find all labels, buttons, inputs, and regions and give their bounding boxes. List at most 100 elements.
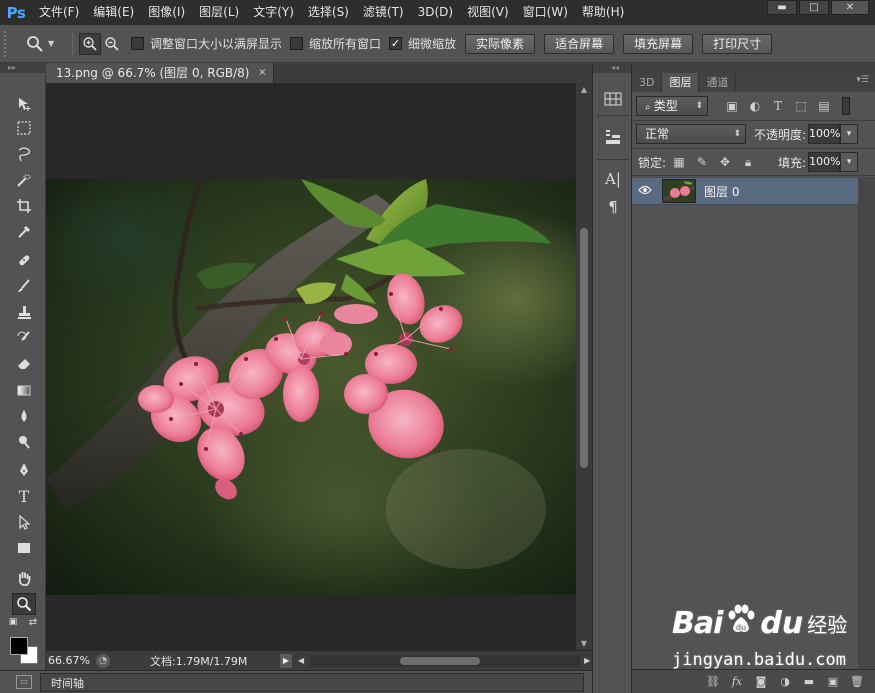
horizontal-scrollbar[interactable] bbox=[310, 654, 581, 667]
visibility-eye-icon[interactable] bbox=[632, 184, 658, 198]
swatches-panel-icon[interactable] bbox=[601, 87, 625, 111]
eyedropper-tool-icon[interactable] bbox=[12, 221, 36, 243]
swap-colors-icon[interactable]: ⇄ bbox=[26, 616, 40, 628]
brush-tool-icon[interactable] bbox=[12, 275, 36, 297]
path-selection-tool-icon[interactable] bbox=[12, 511, 36, 533]
mask-icon[interactable]: ◙ bbox=[749, 675, 773, 688]
zoom-level[interactable]: 66.67% bbox=[46, 654, 94, 667]
trash-icon[interactable]: 🗑︎ bbox=[845, 675, 869, 688]
dodge-tool-icon[interactable] bbox=[12, 431, 36, 453]
menu-layer[interactable]: 图层(L) bbox=[192, 0, 246, 25]
fill-slider-toggle[interactable]: ▾ bbox=[840, 152, 859, 172]
tab-channels[interactable]: 通道 bbox=[699, 73, 737, 92]
lasso-tool-icon[interactable] bbox=[12, 143, 36, 165]
pen-tool-icon[interactable] bbox=[12, 459, 36, 481]
menu-image[interactable]: 图像(I) bbox=[141, 0, 192, 25]
fx-icon[interactable]: fx bbox=[725, 675, 749, 688]
default-colors-icon[interactable]: ▣ bbox=[6, 616, 20, 628]
eraser-tool-icon[interactable] bbox=[12, 353, 36, 375]
type-tool-icon[interactable]: T bbox=[12, 485, 36, 507]
smart-object-filter-icon[interactable]: ▤ bbox=[814, 97, 834, 115]
opacity-slider-toggle[interactable]: ▾ bbox=[840, 124, 859, 144]
fit-screen-button[interactable]: 适合屏幕 bbox=[544, 33, 615, 54]
opacity-input[interactable]: 100% bbox=[808, 124, 841, 144]
shape-filter-icon[interactable]: ⬚ bbox=[791, 97, 811, 115]
menu-3d[interactable]: 3D(D) bbox=[411, 0, 460, 25]
panel-collapse-icon[interactable]: ▸▸ bbox=[0, 63, 45, 73]
menu-type[interactable]: 文字(Y) bbox=[246, 0, 301, 25]
tab-3d[interactable]: 3D bbox=[632, 73, 663, 92]
hand-tool-icon[interactable] bbox=[12, 567, 36, 589]
fill-input[interactable]: 100% bbox=[808, 152, 841, 172]
fill-screen-button[interactable]: 填充屏幕 bbox=[623, 33, 694, 54]
layers-scrollbar[interactable] bbox=[858, 177, 875, 669]
dock-collapse-icon[interactable]: ◂◂ bbox=[593, 63, 631, 73]
document-profile-icon[interactable]: ◔ bbox=[96, 653, 110, 668]
zoom-in-button[interactable] bbox=[79, 32, 101, 55]
app-logo[interactable]: Ps bbox=[0, 0, 32, 25]
timeline-tab[interactable]: 时间轴 bbox=[40, 672, 584, 692]
menu-window[interactable]: 窗口(W) bbox=[516, 0, 575, 25]
foreground-color-swatch[interactable] bbox=[10, 637, 28, 655]
scroll-left-icon[interactable]: ◀ bbox=[298, 656, 304, 665]
quick-selection-tool-icon[interactable] bbox=[12, 169, 36, 191]
vertical-scrollbar[interactable]: ▲ ▼ bbox=[576, 83, 592, 650]
lock-position-icon[interactable]: ✥ bbox=[715, 153, 735, 171]
tool-preset-picker[interactable]: ▼ bbox=[26, 35, 66, 53]
canvas-area[interactable] bbox=[46, 83, 576, 650]
link-icon[interactable]: ⛓ bbox=[701, 675, 725, 688]
maximize-button[interactable]: □ bbox=[799, 0, 829, 15]
menu-select[interactable]: 选择(S) bbox=[301, 0, 356, 25]
document-image[interactable] bbox=[46, 179, 576, 595]
scrubby-zoom-checkbox[interactable]: ✓ 细微缩放 bbox=[389, 35, 456, 52]
tab-layers[interactable]: 图层 bbox=[662, 73, 700, 92]
blur-tool-icon[interactable] bbox=[12, 405, 36, 427]
close-button[interactable]: ✕ bbox=[831, 0, 869, 15]
scroll-right-icon[interactable]: ▶ bbox=[584, 656, 590, 665]
actual-pixels-button[interactable]: 实际像素 bbox=[465, 33, 536, 54]
panel-menu-icon[interactable]: ▾☰ bbox=[856, 75, 869, 85]
resize-windows-checkbox[interactable]: 调整窗口大小以满屏显示 bbox=[131, 35, 282, 52]
lock-pixels-icon[interactable]: ✎ bbox=[692, 153, 712, 171]
properties-panel-icon[interactable] bbox=[601, 125, 625, 149]
adjustment-filter-icon[interactable]: ◐ bbox=[745, 97, 765, 115]
menu-filter[interactable]: 滤镜(T) bbox=[356, 0, 411, 25]
checkbox-box[interactable] bbox=[131, 37, 144, 50]
history-brush-tool-icon[interactable] bbox=[12, 327, 36, 349]
close-tab-icon[interactable]: × bbox=[258, 63, 266, 83]
zoom-tool-icon[interactable] bbox=[12, 593, 36, 615]
print-size-button[interactable]: 打印尺寸 bbox=[702, 33, 773, 54]
type-filter-icon[interactable]: T bbox=[768, 97, 788, 115]
document-tab[interactable]: 13.png @ 66.7% (图层 0, RGB/8) × bbox=[46, 63, 275, 83]
filter-toggle[interactable] bbox=[842, 97, 850, 115]
blend-mode-dropdown[interactable]: 正常 ⬍ bbox=[636, 124, 746, 144]
layer-row[interactable]: 图层 0 bbox=[632, 177, 858, 205]
scroll-down-icon[interactable]: ▼ bbox=[576, 639, 592, 648]
options-grip[interactable] bbox=[4, 30, 12, 57]
move-tool-icon[interactable] bbox=[12, 93, 36, 115]
layer-thumbnail[interactable] bbox=[662, 179, 696, 203]
menu-help[interactable]: 帮助(H) bbox=[575, 0, 631, 25]
menu-view[interactable]: 视图(V) bbox=[460, 0, 516, 25]
marquee-tool-icon[interactable] bbox=[12, 117, 36, 139]
scrollbar-thumb[interactable] bbox=[580, 228, 588, 468]
menu-file[interactable]: 文件(F) bbox=[32, 0, 86, 25]
adjustment-icon[interactable]: ◑ bbox=[773, 675, 797, 688]
scrollbar-thumb[interactable] bbox=[400, 656, 481, 665]
filter-kind-dropdown[interactable]: ⌕ 类型 ⬍ bbox=[636, 96, 708, 116]
pixel-filter-icon[interactable]: ▣ bbox=[722, 97, 742, 115]
lock-transparent-icon[interactable]: ▦ bbox=[669, 153, 689, 171]
new-layer-icon[interactable]: ▣ bbox=[821, 675, 845, 688]
character-panel-icon[interactable]: A| bbox=[601, 167, 625, 191]
menu-edit[interactable]: 编辑(E) bbox=[86, 0, 141, 25]
crop-tool-icon[interactable] bbox=[12, 195, 36, 217]
zoom-all-windows-checkbox[interactable]: 缩放所有窗口 bbox=[290, 35, 381, 52]
gradient-tool-icon[interactable] bbox=[12, 379, 36, 401]
healing-brush-tool-icon[interactable] bbox=[12, 249, 36, 271]
checkbox-box[interactable]: ✓ bbox=[389, 37, 403, 50]
status-menu-icon[interactable]: ▶ bbox=[280, 653, 292, 668]
layer-name[interactable]: 图层 0 bbox=[704, 183, 739, 200]
clone-stamp-tool-icon[interactable] bbox=[12, 301, 36, 323]
timeline-icon[interactable]: ▭ bbox=[16, 675, 32, 689]
group-icon[interactable]: ▬ bbox=[797, 675, 821, 688]
